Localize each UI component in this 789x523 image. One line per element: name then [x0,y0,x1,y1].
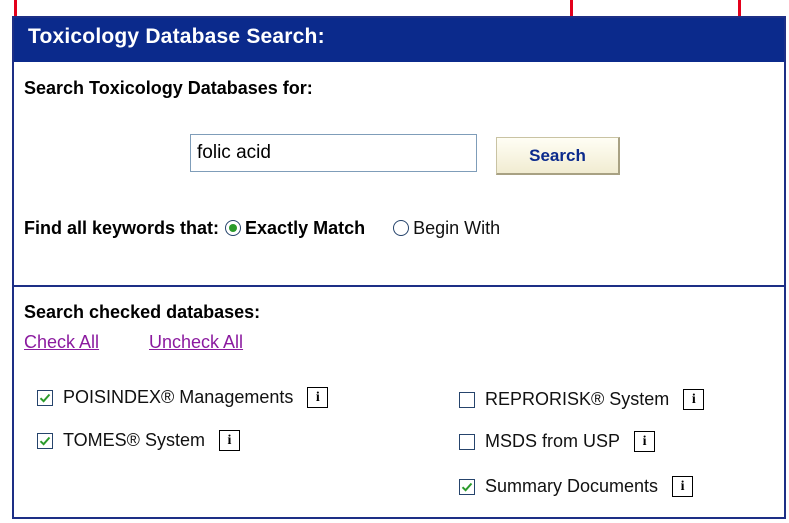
radio-begin-with[interactable] [393,220,410,236]
checkbox-poisindex[interactable] [37,389,53,406]
database-label-poisindex: POISINDEX® Managements [63,387,294,407]
info-icon[interactable]: i [634,431,656,452]
section-divider [14,285,784,287]
check-mark-icon [39,393,51,403]
database-item-summary-documents: Summary Documents i [459,476,694,497]
database-item-reprorisk: REPRORISK® System i [459,389,705,410]
info-icon[interactable]: i [683,389,705,410]
database-item-tomes: TOMES® System i [37,430,240,451]
info-icon[interactable]: i [307,387,329,408]
database-label-summary-documents: Summary Documents [485,476,659,496]
search-label: Search Toxicology Databases for: [24,78,313,98]
database-label-msds: MSDS from USP [485,431,621,451]
option-begin-with-label[interactable]: Begin With [413,218,500,239]
match-options: Find all keywords that: Exactly Match Be… [24,214,500,242]
checkbox-reprorisk[interactable] [459,391,475,408]
panel-title: Toxicology Database Search: [28,25,325,48]
toxicology-search-panel: Toxicology Database Search: Search Toxic… [12,16,786,519]
database-item-msds: MSDS from USP i [459,431,656,452]
check-mark-icon [461,482,473,492]
radio-selected-dot [229,224,238,232]
info-icon[interactable]: i [672,476,694,497]
databases-label: Search checked databases: [24,302,261,322]
checkbox-tomes[interactable] [37,432,53,449]
database-label-reprorisk: REPRORISK® System [485,389,670,409]
uncheck-all-link[interactable]: Uncheck All [149,332,243,353]
match-label: Find all keywords that: [24,217,220,238]
search-input[interactable] [190,134,477,172]
info-icon[interactable]: i [218,430,240,451]
radio-exactly-match[interactable] [225,220,242,236]
checkbox-summary-documents[interactable] [459,478,475,495]
database-label-tomes: TOMES® System [63,430,205,450]
title-bar: Toxicology Database Search: [14,18,784,62]
check-mark-icon [39,436,51,446]
database-item-poisindex: POISINDEX® Managements i [37,387,329,408]
search-button[interactable]: Search [496,137,620,175]
checkbox-msds[interactable] [459,433,475,450]
check-all-link[interactable]: Check All [24,332,99,353]
option-exactly-match-label[interactable]: Exactly Match [245,218,365,239]
